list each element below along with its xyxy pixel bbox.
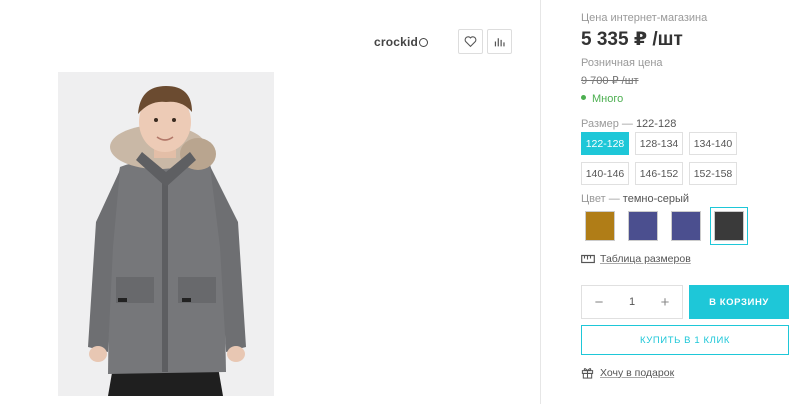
retail-price: 9 700 ₽ /шт <box>581 75 639 87</box>
product-photo[interactable] <box>58 72 274 396</box>
swatch-fill <box>714 211 744 241</box>
size-option[interactable]: 128-134 <box>635 132 683 155</box>
size-label: Размер — 122-128 <box>581 118 676 130</box>
gift-link-text: Хочу в подарок <box>600 366 675 379</box>
size-label-text: Размер <box>581 118 619 130</box>
product-gallery: crockid <box>0 0 541 404</box>
ruler-icon <box>581 254 595 264</box>
quantity-value[interactable]: 1 <box>629 296 635 308</box>
add-to-cart-button[interactable]: В КОРЗИНУ <box>689 285 789 319</box>
compare-button[interactable] <box>487 29 512 54</box>
size-table-text: Таблица размеров <box>600 253 691 265</box>
size-label-dash: — <box>621 118 633 130</box>
brand-logo: crockid <box>374 35 429 49</box>
size-option[interactable]: 122-128 <box>581 132 629 155</box>
size-table-link[interactable]: Таблица размеров <box>581 253 691 265</box>
color-swatch-dark-gray[interactable] <box>710 207 748 245</box>
color-label: Цвет — темно-серый <box>581 193 689 205</box>
color-swatch-indigo-2[interactable] <box>667 207 705 245</box>
size-option[interactable]: 152-158 <box>689 162 737 185</box>
brand-mark-icon <box>419 38 429 47</box>
stock-status: Много <box>581 93 623 105</box>
online-price: 5 335 ₽ /шт <box>581 29 683 50</box>
gift-icon <box>581 368 594 379</box>
size-selected-value: 122-128 <box>635 118 677 130</box>
color-selected-value: темно-серый <box>622 193 690 205</box>
quantity-stepper: − 1 + <box>581 285 683 319</box>
retail-price-label: Розничная цена <box>581 57 663 69</box>
gift-link[interactable]: Хочу в подарок <box>581 366 674 379</box>
product-info: Цена интернет-магазина 5 335 ₽ /шт Розни… <box>542 0 800 404</box>
color-label-dash: — <box>608 193 620 205</box>
bar-chart-icon <box>494 38 505 47</box>
swatch-fill <box>671 211 701 241</box>
size-options: 122-128 128-134 134-140 140-146 146-152 … <box>581 132 751 185</box>
favorite-button[interactable] <box>458 29 483 54</box>
color-swatch-indigo[interactable] <box>624 207 662 245</box>
buy-one-click-button[interactable]: КУПИТЬ В 1 КЛИК <box>581 325 789 355</box>
size-option[interactable]: 134-140 <box>689 132 737 155</box>
stock-status-text: Много <box>592 93 624 105</box>
color-swatch-mustard[interactable] <box>581 207 619 245</box>
quantity-increase-button[interactable]: + <box>658 294 672 311</box>
size-option[interactable]: 146-152 <box>635 162 683 185</box>
swatch-fill <box>585 211 615 241</box>
product-image <box>58 72 274 396</box>
swatch-fill <box>628 211 658 241</box>
size-option[interactable]: 140-146 <box>581 162 629 185</box>
online-price-label: Цена интернет-магазина <box>581 12 708 24</box>
stock-dot-icon <box>581 95 586 100</box>
heart-icon <box>464 36 477 48</box>
color-label-text: Цвет <box>581 193 606 205</box>
brand-name: crockid <box>374 35 419 49</box>
quantity-decrease-button[interactable]: − <box>592 294 606 311</box>
color-options <box>581 207 748 245</box>
